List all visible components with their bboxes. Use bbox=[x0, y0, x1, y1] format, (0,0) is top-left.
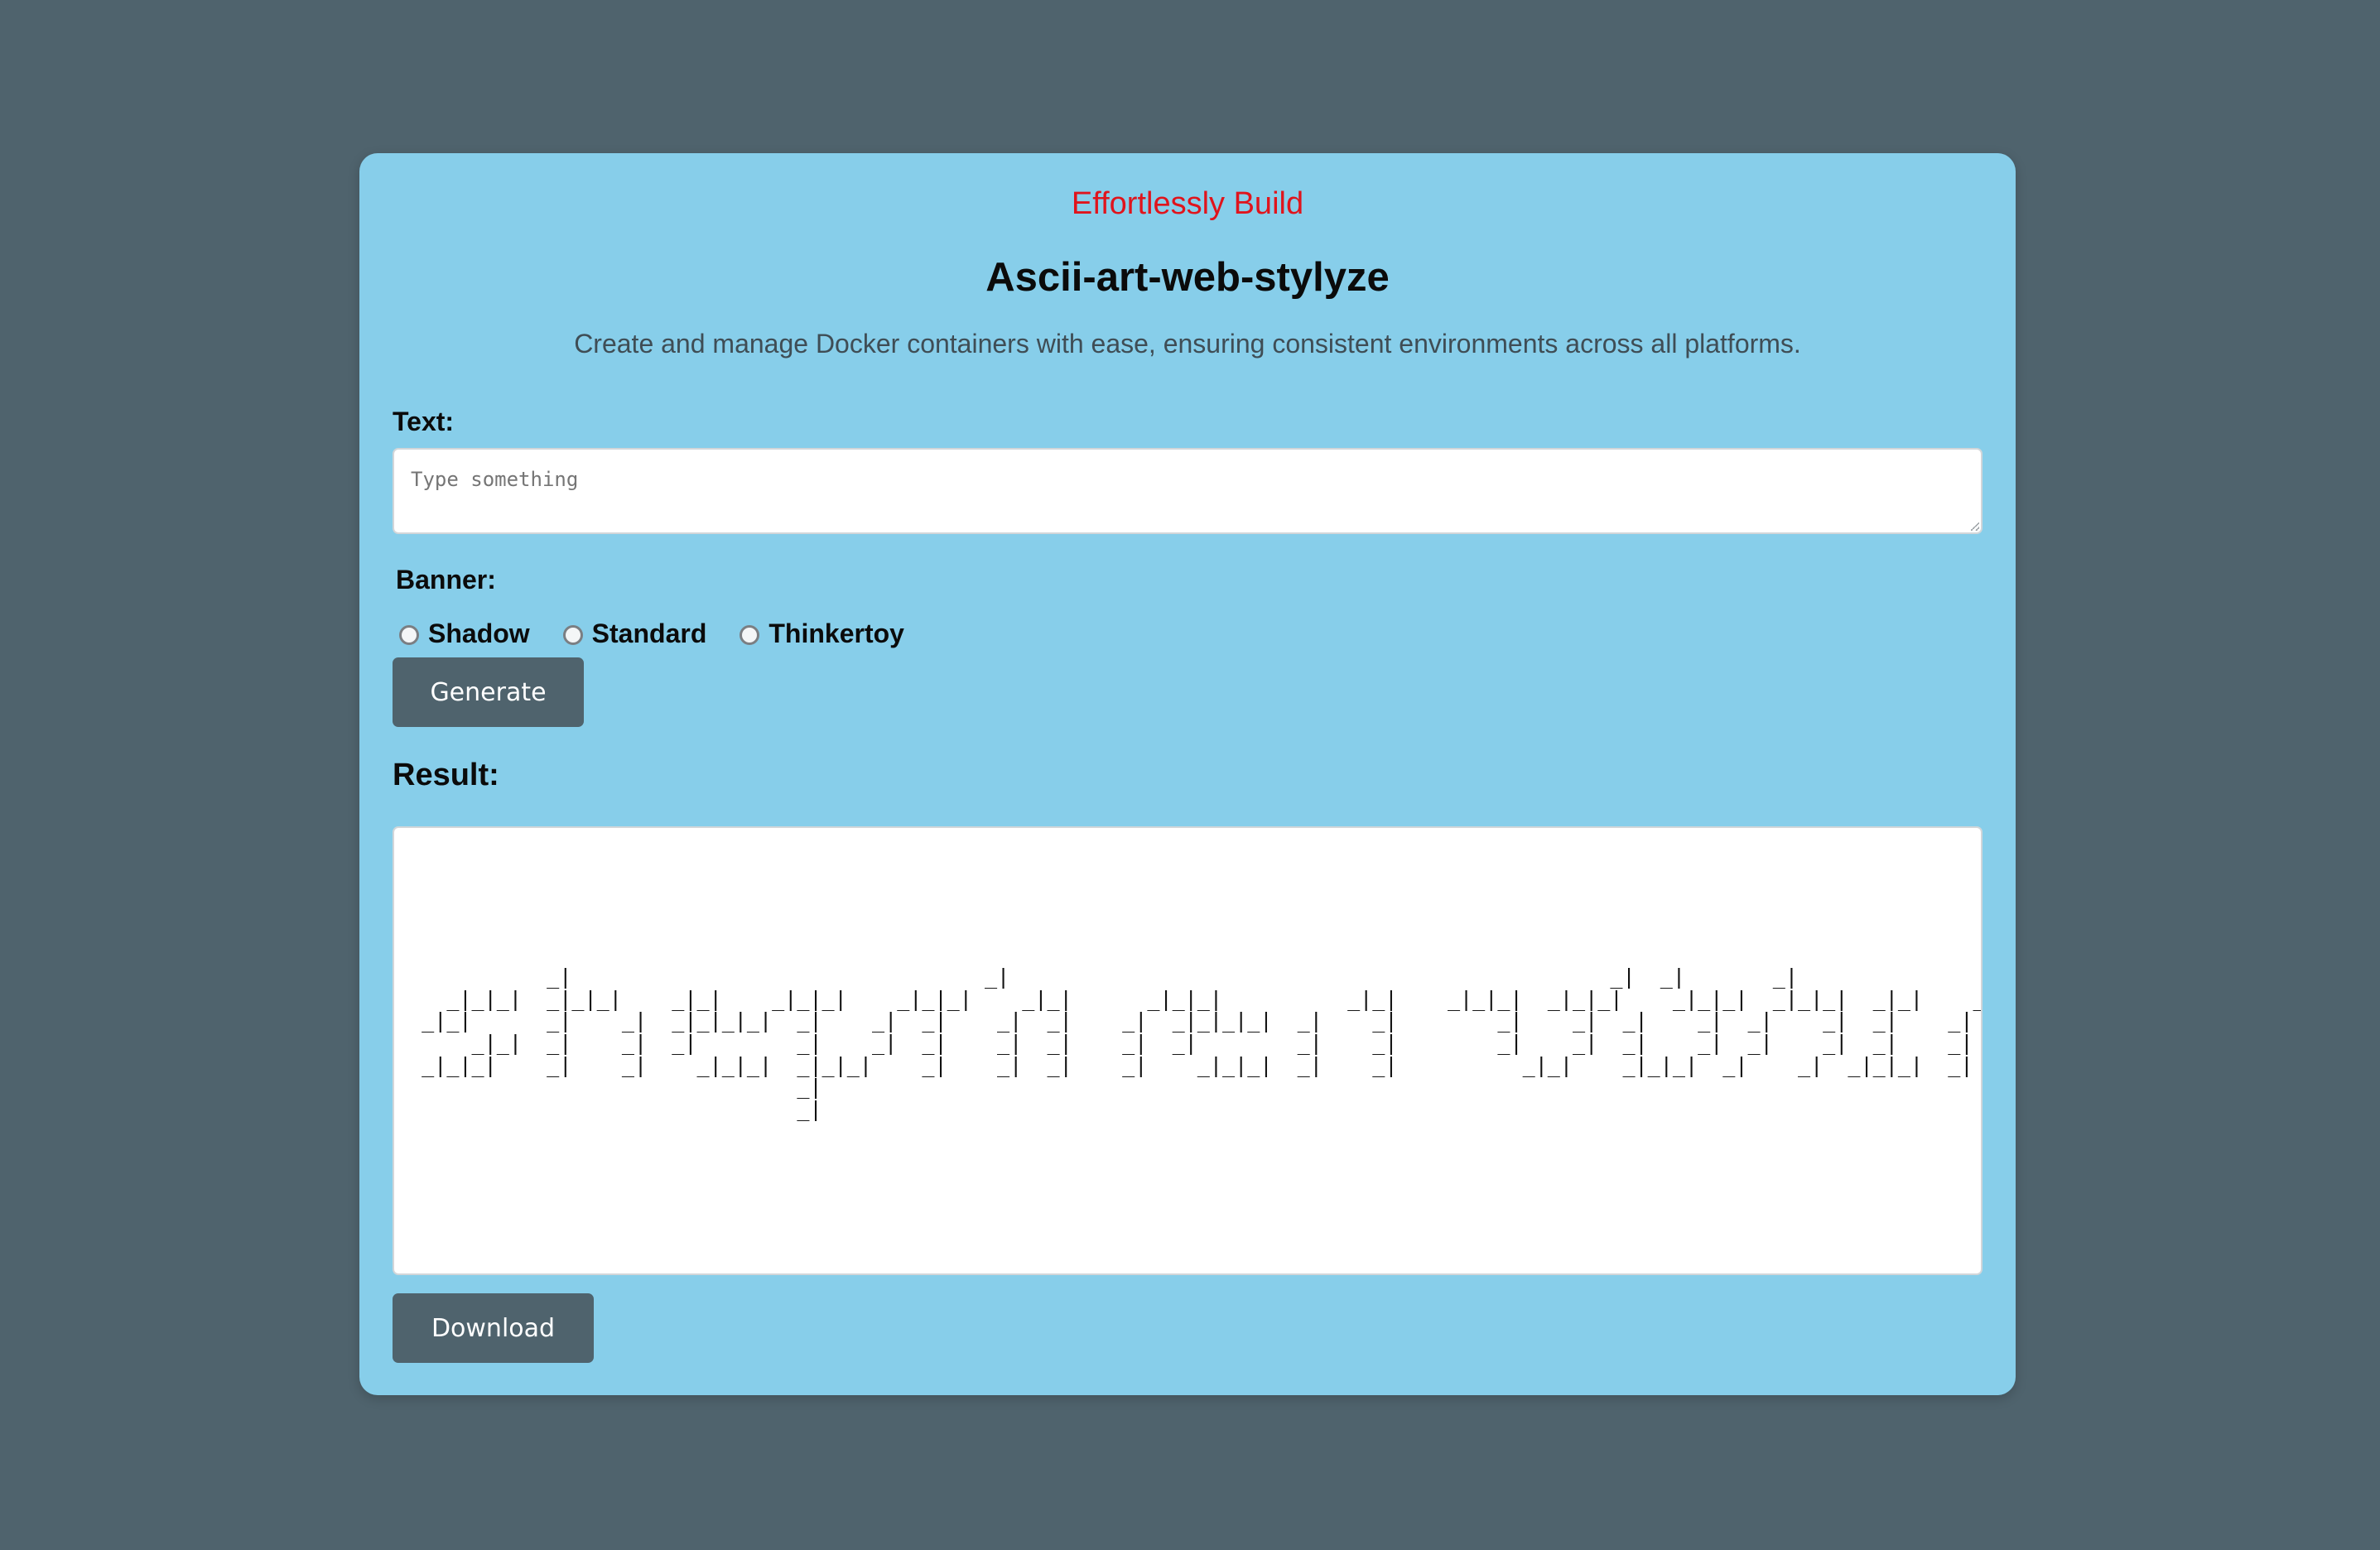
page-subtitle: Create and manage Docker containers with… bbox=[574, 329, 1801, 359]
ascii-art-output: _| _| _| _| _| _| _|_| _| _|_| _| _| _| _|_… bbox=[422, 965, 1981, 1121]
radio-standard-label: Standard bbox=[591, 618, 707, 648]
banner-option-standard[interactable]: Standard bbox=[562, 618, 707, 649]
page-title: Ascii-art-web-stylyze bbox=[985, 255, 1390, 300]
generate-button[interactable]: Generate bbox=[393, 657, 584, 727]
banner-option-shadow[interactable]: Shadow bbox=[399, 619, 530, 649]
result-output: _| _| _| _| _| _| _|_| _| _|_| _| _| _| _|_… bbox=[393, 826, 1983, 1275]
text-input[interactable] bbox=[393, 448, 1983, 534]
banner-radio-group: Shadow Standard Thinkertoy bbox=[399, 617, 937, 650]
radio-shadow[interactable] bbox=[399, 625, 419, 645]
banner-option-thinkertoy[interactable]: Thinkertoy bbox=[740, 619, 904, 649]
download-button[interactable]: Download bbox=[393, 1293, 594, 1363]
radio-shadow-label: Shadow bbox=[428, 618, 530, 648]
radio-thinkertoy[interactable] bbox=[740, 625, 760, 645]
radio-thinkertoy-label: Thinkertoy bbox=[768, 618, 904, 648]
result-label: Result: bbox=[393, 758, 499, 792]
tagline: Effortlessly Build bbox=[1071, 186, 1304, 221]
radio-standard[interactable] bbox=[562, 625, 583, 645]
text-label: Text: bbox=[393, 407, 455, 436]
resize-handle[interactable] bbox=[1971, 522, 1979, 531]
banner-label: Banner: bbox=[396, 565, 496, 594]
main-card: Effortlessly Build Ascii-art-web-stylyze… bbox=[359, 153, 2016, 1395]
